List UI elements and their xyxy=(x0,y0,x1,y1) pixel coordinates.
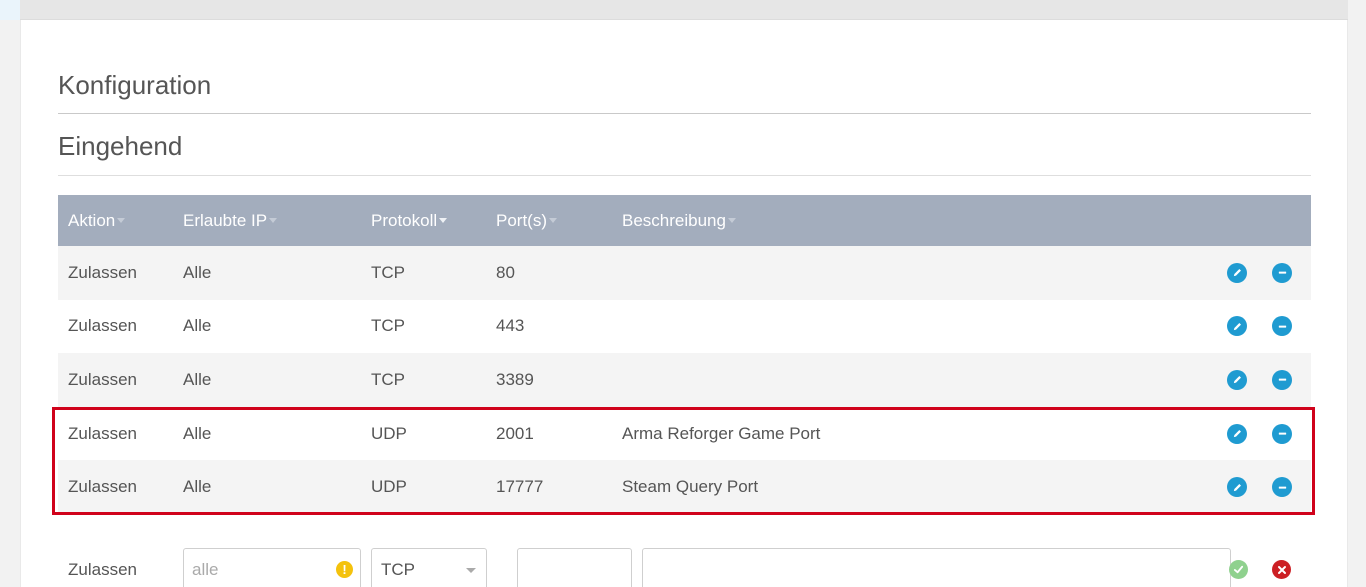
pencil-icon xyxy=(1233,430,1241,438)
minus-icon xyxy=(1278,432,1286,435)
table-row: Zulassen Alle TCP 3389 xyxy=(58,353,1311,407)
edit-rule-button[interactable] xyxy=(1227,316,1247,337)
cancel-rule-button[interactable] xyxy=(1272,560,1291,579)
close-icon xyxy=(1277,565,1286,574)
header-allowed-ip[interactable]: Erlaubte IP xyxy=(183,195,278,246)
new-rule-row: Zulassen ! TCP xyxy=(58,537,1311,587)
cell-description: Arma Reforger Game Port xyxy=(622,423,821,443)
delete-cell xyxy=(1272,300,1292,354)
header-action[interactable]: Aktion xyxy=(68,195,126,246)
top-bar xyxy=(20,0,1348,20)
table-row: Zulassen Alle UDP 2001 Arma Reforger Gam… xyxy=(58,406,1311,461)
cell-allowed-ip: Alle xyxy=(183,423,212,443)
cell-action: Zulassen xyxy=(68,369,137,389)
table-row: Zulassen Alle TCP 443 xyxy=(58,299,1311,354)
cell-protocol: UDP xyxy=(371,423,407,443)
cell-action: Zulassen xyxy=(68,423,137,443)
cell-action: Zulassen xyxy=(68,316,137,336)
header-ports[interactable]: Port(s) xyxy=(496,195,557,246)
cell-protocol: TCP xyxy=(371,262,405,282)
header-protocol-label: Protokoll xyxy=(371,211,438,230)
header-description-label: Beschreibung xyxy=(622,211,726,230)
corner-decoration xyxy=(0,0,20,20)
cell-port: 17777 xyxy=(496,477,544,497)
cell-allowed-ip: Alle xyxy=(183,477,212,497)
minus-icon xyxy=(1278,379,1286,382)
warning-icon: ! xyxy=(336,561,353,578)
pencil-icon xyxy=(1233,376,1241,384)
sort-caret-icon xyxy=(439,218,448,224)
pencil-icon xyxy=(1233,269,1241,277)
delete-cell xyxy=(1272,353,1292,407)
check-icon xyxy=(1233,565,1244,574)
sort-caret-icon xyxy=(269,218,278,224)
cell-action: Zulassen xyxy=(68,477,137,497)
delete-cell xyxy=(1272,460,1292,514)
edit-rule-button[interactable] xyxy=(1227,423,1247,444)
header-protocol[interactable]: Protokoll xyxy=(371,195,448,246)
firewall-rules-table: Aktion Erlaubte IP Protokoll Port(s) Bes… xyxy=(58,195,1311,514)
cell-action: Zulassen xyxy=(68,262,137,282)
content-panel: Konfiguration Eingehend Aktion Erlaubte … xyxy=(20,20,1348,587)
sort-caret-icon xyxy=(117,218,126,224)
edit-rule-button[interactable] xyxy=(1227,477,1247,498)
header-ports-label: Port(s) xyxy=(496,211,547,230)
delete-rule-button[interactable] xyxy=(1272,262,1292,283)
section-title-configuration: Konfiguration xyxy=(58,70,1311,114)
edit-rule-button[interactable] xyxy=(1227,369,1247,390)
header-action-label: Aktion xyxy=(68,211,116,230)
cell-protocol: TCP xyxy=(371,316,405,336)
minus-icon xyxy=(1278,486,1286,489)
new-rule-ip-input[interactable] xyxy=(183,548,361,587)
cell-port: 2001 xyxy=(496,423,534,443)
delete-cell xyxy=(1272,246,1292,300)
delete-rule-button[interactable] xyxy=(1272,477,1292,498)
cell-protocol: TCP xyxy=(371,369,405,389)
edit-cell xyxy=(1227,407,1247,461)
edit-cell xyxy=(1227,300,1247,354)
sort-caret-icon xyxy=(549,218,557,224)
edit-cell xyxy=(1227,246,1247,300)
edit-rule-button[interactable] xyxy=(1227,262,1247,283)
cell-port: 3389 xyxy=(496,369,534,389)
new-rule-action: Zulassen xyxy=(68,560,137,579)
new-rule-port-input[interactable] xyxy=(517,548,632,587)
confirm-rule-button[interactable] xyxy=(1229,560,1248,579)
cell-description: Steam Query Port xyxy=(622,477,759,497)
edit-cell xyxy=(1227,353,1247,407)
delete-rule-button[interactable] xyxy=(1272,369,1292,390)
cell-port: 443 xyxy=(496,316,525,336)
header-allowed-ip-label: Erlaubte IP xyxy=(183,211,268,230)
minus-icon xyxy=(1278,325,1286,328)
table-header: Aktion Erlaubte IP Protokoll Port(s) Bes… xyxy=(58,195,1311,246)
cell-port: 80 xyxy=(496,262,515,282)
delete-rule-button[interactable] xyxy=(1272,423,1292,444)
sort-caret-icon xyxy=(727,218,736,224)
pencil-icon xyxy=(1233,322,1241,331)
new-rule-protocol-select[interactable]: TCP xyxy=(371,548,487,587)
minus-icon xyxy=(1278,271,1286,274)
section-title-incoming: Eingehend xyxy=(58,131,1311,176)
cell-protocol: UDP xyxy=(371,477,407,497)
pencil-icon xyxy=(1233,483,1241,491)
delete-rule-button[interactable] xyxy=(1272,316,1292,337)
edit-cell xyxy=(1227,460,1247,514)
table-row: Zulassen Alle TCP 80 xyxy=(58,246,1311,300)
protocol-selected-value: TCP xyxy=(381,559,415,579)
header-description[interactable]: Beschreibung xyxy=(622,195,736,246)
cell-allowed-ip: Alle xyxy=(183,316,212,336)
delete-cell xyxy=(1272,407,1292,461)
cell-allowed-ip: Alle xyxy=(183,262,212,282)
new-rule-ip-wrapper: ! xyxy=(183,548,361,587)
table-row: Zulassen Alle UDP 17777 Steam Query Port xyxy=(58,460,1311,514)
chevron-down-icon xyxy=(466,568,476,573)
cell-allowed-ip: Alle xyxy=(183,369,212,389)
new-rule-description-input[interactable] xyxy=(642,548,1231,587)
